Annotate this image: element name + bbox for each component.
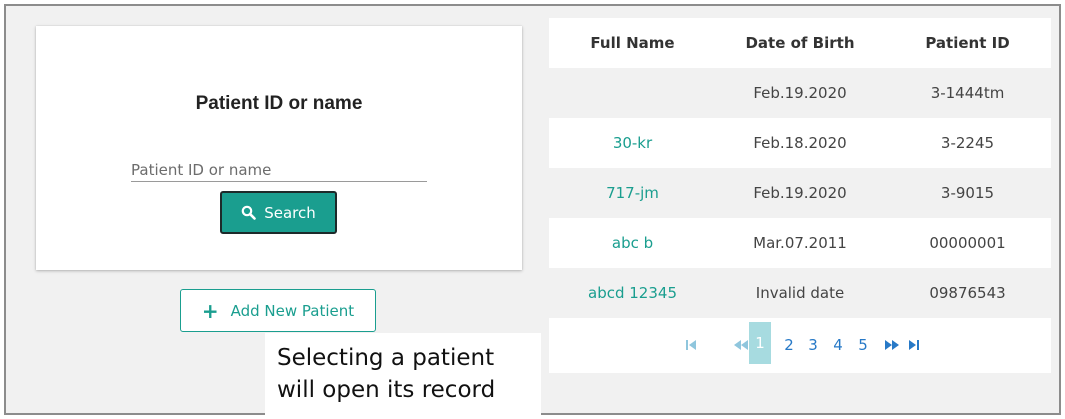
search-card-title: Patient ID or name bbox=[195, 93, 363, 114]
last-page-icon[interactable] bbox=[907, 334, 921, 356]
page-4-button[interactable]: 4 bbox=[831, 334, 845, 356]
first-page-icon[interactable] bbox=[683, 334, 699, 356]
column-header-date-of-birth[interactable]: Date of Birth bbox=[716, 34, 884, 52]
next-page-icon[interactable] bbox=[883, 334, 901, 356]
table-row[interactable]: Feb.19.2020 3-1444tm bbox=[549, 68, 1051, 118]
previous-page-icon[interactable] bbox=[732, 334, 750, 356]
caption-line-1: Selecting a patient bbox=[277, 345, 495, 371]
caption-note: Selecting a patient will open its record bbox=[265, 333, 541, 415]
app-frame: Patient ID or name Search + Add New Pati… bbox=[4, 4, 1061, 415]
page-2-button[interactable]: 2 bbox=[782, 334, 796, 356]
patient-id: 3-1444tm bbox=[930, 84, 1005, 102]
patient-id: 3-2245 bbox=[940, 134, 995, 152]
column-header-patient-id[interactable]: Patient ID bbox=[884, 34, 1051, 52]
patient-dob: Feb.19.2020 bbox=[753, 84, 847, 102]
patient-name-link[interactable]: 717-jm bbox=[549, 184, 716, 202]
patient-name-link[interactable]: abcd 12345 bbox=[549, 284, 716, 302]
table-row[interactable]: abc b Mar.07.2011 00000001 bbox=[549, 218, 1051, 268]
patients-table: Full Name Date of Birth Patient ID Feb.1… bbox=[549, 18, 1051, 373]
pagination: 1 2 3 4 5 bbox=[549, 318, 1051, 373]
page-5-button[interactable]: 5 bbox=[856, 334, 870, 356]
patient-name-link[interactable]: 30-kr bbox=[549, 134, 716, 152]
patient-id: 3-9015 bbox=[940, 184, 995, 202]
patient-name-link[interactable]: abc b bbox=[549, 234, 716, 252]
column-header-full-name[interactable]: Full Name bbox=[549, 34, 716, 52]
search-icon bbox=[241, 205, 257, 220]
caption-line-2: will open its record bbox=[277, 377, 496, 403]
search-input[interactable] bbox=[131, 158, 427, 182]
search-card: Patient ID or name Search bbox=[36, 26, 522, 270]
plus-icon: + bbox=[201, 298, 219, 323]
patient-dob: Feb.18.2020 bbox=[753, 134, 847, 152]
patient-id: 00000001 bbox=[929, 234, 1006, 252]
page-1-button[interactable]: 1 bbox=[749, 322, 771, 364]
table-row[interactable]: abcd 12345 Invalid date 09876543 bbox=[549, 268, 1051, 318]
patient-dob: Feb.19.2020 bbox=[753, 184, 847, 202]
patient-dob: Mar.07.2011 bbox=[753, 234, 847, 252]
page-3-button[interactable]: 3 bbox=[806, 334, 820, 356]
table-header: Full Name Date of Birth Patient ID bbox=[549, 18, 1051, 68]
add-new-patient-button[interactable]: + Add New Patient bbox=[180, 289, 376, 332]
table-row[interactable]: 717-jm Feb.19.2020 3-9015 bbox=[549, 168, 1051, 218]
search-button[interactable]: Search bbox=[220, 191, 337, 234]
table-row[interactable]: 30-kr Feb.18.2020 3-2245 bbox=[549, 118, 1051, 168]
add-new-patient-label: Add New Patient bbox=[230, 301, 355, 320]
search-button-label: Search bbox=[264, 203, 316, 222]
patient-id: 09876543 bbox=[929, 284, 1006, 302]
patient-dob: Invalid date bbox=[755, 284, 845, 302]
